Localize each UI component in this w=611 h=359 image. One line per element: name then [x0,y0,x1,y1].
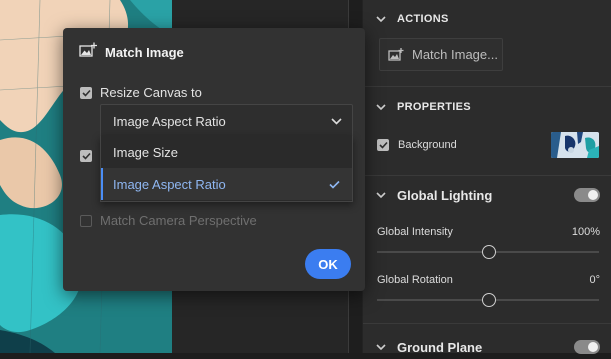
background-checkbox[interactable] [377,139,389,151]
checkmark-icon [81,152,91,160]
panel-divider [363,323,611,324]
global-lighting-title: Global Lighting [397,187,493,203]
dialog-title: Match Image [105,45,184,60]
actions-header[interactable]: ACTIONS [363,7,611,31]
properties-title: PROPERTIES [397,101,471,113]
match-image-action[interactable]: Match Image... [379,38,503,71]
toggle-knob [588,342,598,352]
dropdown-menu: Image Size Image Aspect Ratio [100,136,353,202]
resize-canvas-label: Resize Canvas to [100,85,202,100]
global-rotation-label: Global Rotation [377,274,453,286]
background-row: Background [377,139,457,151]
actions-title: ACTIONS [397,13,449,25]
global-intensity-value: 100% [571,226,600,238]
global-rotation-value: 0° [589,274,600,286]
selection-indicator [101,168,103,200]
option-image-size[interactable]: Image Size [101,136,352,168]
resize-canvas-checkbox[interactable] [80,86,92,99]
chevron-down-icon [375,15,387,23]
match-camera-row: Match Camera Perspective [80,213,257,228]
global-intensity-label: Global Intensity [377,226,453,238]
panel-divider [363,86,611,87]
chevron-down-icon [375,103,387,111]
ground-plane-toggle[interactable] [574,340,600,354]
chevron-down-icon [375,343,387,351]
option-image-aspect-ratio[interactable]: Image Aspect Ratio [101,168,352,200]
second-option-row [80,150,92,162]
second-option-checkbox[interactable] [80,150,92,162]
toggle-knob [588,190,598,200]
image-match-icon [388,47,404,62]
background-thumbnail[interactable] [551,132,599,158]
checkmark-icon [378,141,388,149]
properties-header[interactable]: PROPERTIES [363,95,611,119]
chevron-down-icon [331,117,342,125]
right-panel: ACTIONS Match Image... PROPERTIES Backgr… [362,0,611,355]
resize-canvas-dropdown[interactable]: Image Aspect Ratio [100,104,353,138]
ground-plane-title: Ground Plane [397,339,483,355]
checkmark-icon [81,89,91,97]
ok-button[interactable]: OK [305,249,351,279]
chevron-down-icon [375,191,387,199]
match-camera-checkbox[interactable] [80,214,92,227]
match-image-dialog: Match Image Resize Canvas to Image Aspec… [63,28,365,291]
global-intensity-thumb[interactable] [482,245,496,259]
option-label: Image Aspect Ratio [113,176,226,192]
image-match-icon [79,42,97,63]
dropdown-value: Image Aspect Ratio [113,113,226,129]
option-label: Image Size [113,144,179,160]
checkmark-icon [329,180,340,189]
match-camera-label: Match Camera Perspective [100,213,257,228]
background-label: Background [398,139,457,151]
match-image-action-label: Match Image... [412,47,498,62]
global-rotation-thumb[interactable] [482,293,496,307]
resize-canvas-row: Resize Canvas to [80,85,202,100]
panel-divider [363,175,611,176]
global-lighting-toggle[interactable] [574,188,600,202]
